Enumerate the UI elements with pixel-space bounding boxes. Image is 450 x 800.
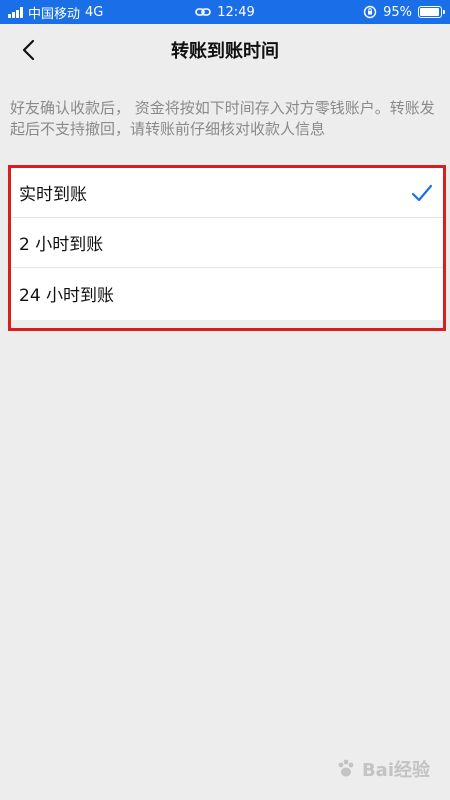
- paw-icon: [338, 759, 354, 777]
- back-button[interactable]: [14, 36, 42, 64]
- option-realtime[interactable]: 实时到账: [11, 168, 443, 218]
- link-icon: [195, 8, 212, 16]
- watermark: Bai经验: [336, 756, 430, 782]
- status-bar: 中国移动 4G 12:49 95%: [0, 0, 450, 24]
- nav-bar: 转账到账时间: [0, 24, 450, 76]
- status-right: 95%: [363, 4, 445, 20]
- battery-icon: [418, 6, 445, 18]
- chevron-left-icon: [22, 39, 35, 61]
- signal-icon: [8, 6, 23, 18]
- option-24-hours[interactable]: 24 小时到账: [11, 268, 443, 318]
- check-icon: [411, 182, 433, 204]
- notice-text: 好友确认收款后， 资金将按如下时间存入对方零钱账户。转账发起后不支持撤回，请转账…: [10, 99, 435, 138]
- status-time: 12:49: [217, 4, 255, 20]
- option-label: 2 小时到账: [19, 235, 104, 255]
- option-2-hours[interactable]: 2 小时到账: [11, 218, 443, 268]
- arrival-time-options: 实时到账 2 小时到账 24 小时到账: [8, 165, 446, 331]
- battery-fill: [420, 8, 439, 16]
- orientation-lock-icon: [363, 5, 377, 19]
- battery-percent: 95%: [383, 4, 412, 20]
- option-label: 实时到账: [19, 185, 87, 205]
- options-list: 实时到账 2 小时到账 24 小时到账: [11, 168, 443, 320]
- status-left: 中国移动 4G: [8, 3, 103, 22]
- page-title: 转账到账时间: [171, 41, 279, 62]
- network-type: 4G: [85, 4, 104, 20]
- watermark-text: Bai经验: [361, 760, 430, 781]
- carrier-name: 中国移动: [28, 6, 81, 22]
- option-label: 24 小时到账: [19, 285, 115, 306]
